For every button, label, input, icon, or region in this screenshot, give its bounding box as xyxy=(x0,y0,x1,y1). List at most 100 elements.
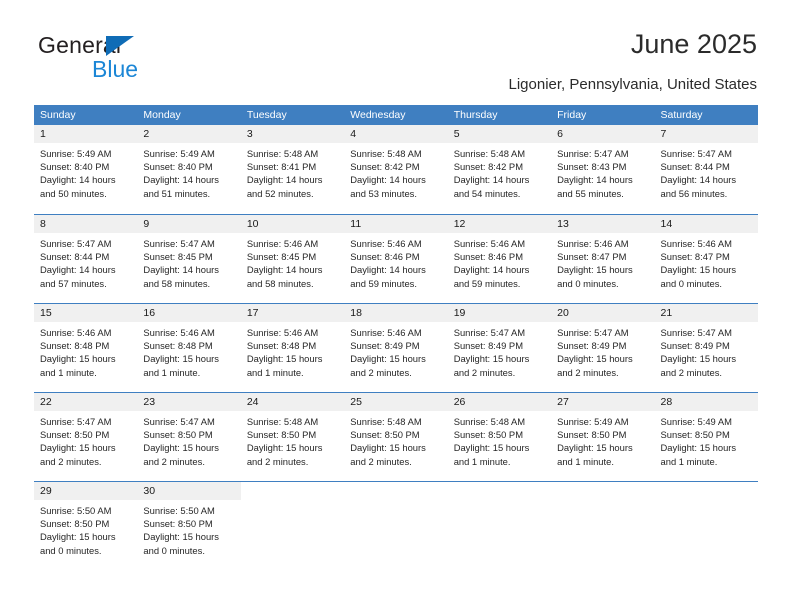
calendar-day-cell-empty xyxy=(654,482,758,570)
day-sun-details: Sunrise: 5:46 AM Sunset: 8:47 PM Daylight:… xyxy=(655,233,758,290)
calendar-day-cell[interactable]: 12 Sunrise: 5:46 AM Sunset: 8:46 PM Dayligh… xyxy=(447,215,552,303)
sunrise-text: Sunrise: 5:48 AM xyxy=(453,148,526,159)
daylight-text-line1: Daylight: 15 hours xyxy=(453,442,530,454)
daylight-text-line2: and 2 minutes. xyxy=(453,366,516,378)
daylight-text-line1: Daylight: 15 hours xyxy=(40,531,116,543)
sunrise-text: Sunrise: 5:46 AM xyxy=(246,327,319,338)
daylight-text-line1: Daylight: 14 hours xyxy=(660,174,737,186)
calendar-day-cell[interactable]: 11 Sunrise: 5:46 AM Sunset: 8:46 PM Dayligh… xyxy=(344,215,448,303)
daylight-text-line1: Daylight: 15 hours xyxy=(40,353,116,365)
sunrise-text: Sunrise: 5:46 AM xyxy=(40,327,112,338)
sunrise-text: Sunrise: 5:48 AM xyxy=(453,416,526,427)
calendar-day-cell[interactable]: 20 Sunrise: 5:47 AM Sunset: 8:49 PM Dayligh… xyxy=(551,304,655,392)
sunrise-text: Sunrise: 5:46 AM xyxy=(143,327,215,338)
daylight-text-line2: and 1 minute. xyxy=(143,366,201,378)
calendar-day-cell[interactable]: 15 Sunrise: 5:46 AM Sunset: 8:48 PM Dayligh… xyxy=(34,304,138,392)
page-header: General Blue June 2025 Ligonier, Pennsyl… xyxy=(0,0,792,100)
day-sun-details: Sunrise: 5:49 AM Sunset: 8:50 PM Daylight:… xyxy=(655,411,758,468)
calendar-weeks-body: 1 Sunrise: 5:49 AM Sunset: 8:40 PM Daylight… xyxy=(34,125,758,570)
daylight-text-line1: Daylight: 15 hours xyxy=(40,442,116,454)
day-number-band: 14 xyxy=(654,215,758,233)
calendar-day-cell[interactable]: 24 Sunrise: 5:48 AM Sunset: 8:50 PM Dayligh… xyxy=(240,393,345,481)
sunrise-text: Sunrise: 5:48 AM xyxy=(246,416,319,427)
daylight-text-line2: and 1 minute. xyxy=(557,455,614,467)
daylight-text-line1: Daylight: 15 hours xyxy=(557,353,633,365)
calendar-day-cell[interactable]: 26 Sunrise: 5:48 AM Sunset: 8:50 PM Dayligh… xyxy=(447,393,552,481)
calendar-day-cell[interactable]: 10 Sunrise: 5:46 AM Sunset: 8:45 PM Dayligh… xyxy=(240,215,345,303)
weekday-header-saturday: Saturday xyxy=(660,109,703,121)
day-number-band: 24 xyxy=(240,393,345,411)
sunset-text: Sunset: 8:48 PM xyxy=(246,340,317,352)
daylight-text-line1: Daylight: 15 hours xyxy=(453,353,530,365)
calendar-day-cell[interactable]: 21 Sunrise: 5:47 AM Sunset: 8:49 PM Dayligh… xyxy=(654,304,758,392)
weekday-header-wednesday: Wednesday xyxy=(350,109,406,121)
sunset-text: Sunset: 8:48 PM xyxy=(143,340,213,352)
daylight-text-line2: and 50 minutes. xyxy=(40,187,107,199)
calendar-day-cell[interactable]: 6 Sunrise: 5:47 AM Sunset: 8:43 PM Daylight… xyxy=(551,125,655,214)
day-sun-details: Sunrise: 5:46 AM Sunset: 8:48 PM Daylight:… xyxy=(137,322,240,379)
sunrise-text: Sunrise: 5:46 AM xyxy=(246,238,319,249)
day-number: 22 xyxy=(40,396,52,408)
calendar-day-cell[interactable]: 16 Sunrise: 5:46 AM Sunset: 8:48 PM Dayligh… xyxy=(137,304,241,392)
day-sun-details: Sunrise: 5:47 AM Sunset: 8:49 PM Daylight:… xyxy=(448,322,551,379)
day-number-band: 21 xyxy=(654,304,758,322)
calendar-day-cell[interactable]: 7 Sunrise: 5:47 AM Sunset: 8:44 PM Daylight… xyxy=(654,125,758,214)
calendar-day-cell[interactable]: 14 Sunrise: 5:46 AM Sunset: 8:47 PM Dayligh… xyxy=(654,215,758,303)
calendar-day-cell[interactable]: 30 Sunrise: 5:50 AM Sunset: 8:50 PM Dayligh… xyxy=(137,482,241,570)
sunrise-text: Sunrise: 5:46 AM xyxy=(350,327,422,338)
calendar-day-cell[interactable]: 3 Sunrise: 5:48 AM Sunset: 8:41 PM Daylight… xyxy=(240,125,345,214)
sunset-text: Sunset: 8:42 PM xyxy=(350,161,420,173)
sunset-text: Sunset: 8:50 PM xyxy=(350,429,420,441)
daylight-text-line1: Daylight: 14 hours xyxy=(246,264,323,276)
calendar-day-cell[interactable]: 28 Sunrise: 5:49 AM Sunset: 8:50 PM Dayligh… xyxy=(654,393,758,481)
calendar-day-cell[interactable]: 8 Sunrise: 5:47 AM Sunset: 8:44 PM Daylight… xyxy=(34,215,138,303)
calendar-day-cell[interactable]: 5 Sunrise: 5:48 AM Sunset: 8:42 PM Daylight… xyxy=(447,125,552,214)
daylight-text-line1: Daylight: 14 hours xyxy=(453,174,530,186)
sunset-text: Sunset: 8:49 PM xyxy=(557,340,627,352)
daylight-text-line1: Daylight: 14 hours xyxy=(557,174,633,186)
sunset-text: Sunset: 8:49 PM xyxy=(453,340,523,352)
daylight-text-line2: and 0 minutes. xyxy=(557,277,619,289)
calendar-day-cell-empty xyxy=(447,482,552,570)
calendar-day-cell[interactable]: 19 Sunrise: 5:47 AM Sunset: 8:49 PM Dayligh… xyxy=(447,304,552,392)
weekday-header-thursday: Thursday xyxy=(453,109,498,121)
sunrise-text: Sunrise: 5:48 AM xyxy=(350,148,422,159)
generalblue-logo[interactable]: General Blue xyxy=(38,34,228,90)
calendar-day-cell[interactable]: 17 Sunrise: 5:46 AM Sunset: 8:48 PM Dayligh… xyxy=(240,304,345,392)
day-sun-details: Sunrise: 5:47 AM Sunset: 8:49 PM Daylight:… xyxy=(655,322,758,379)
day-number-band: 16 xyxy=(137,304,241,322)
calendar-day-cell[interactable]: 13 Sunrise: 5:46 AM Sunset: 8:47 PM Dayligh… xyxy=(551,215,655,303)
calendar-day-cell[interactable]: 23 Sunrise: 5:47 AM Sunset: 8:50 PM Dayligh… xyxy=(137,393,241,481)
calendar-day-cell[interactable]: 1 Sunrise: 5:49 AM Sunset: 8:40 PM Daylight… xyxy=(34,125,138,214)
daylight-text-line2: and 1 minute. xyxy=(453,455,511,467)
calendar-day-cell[interactable]: 9 Sunrise: 5:47 AM Sunset: 8:45 PM Daylight… xyxy=(137,215,241,303)
calendar-day-cell[interactable]: 18 Sunrise: 5:46 AM Sunset: 8:49 PM Dayligh… xyxy=(344,304,448,392)
day-number: 15 xyxy=(40,307,52,319)
calendar-day-cell[interactable]: 27 Sunrise: 5:49 AM Sunset: 8:50 PM Dayligh… xyxy=(551,393,655,481)
logo-text-blue: Blue xyxy=(92,56,139,82)
day-sun-details: Sunrise: 5:48 AM Sunset: 8:50 PM Daylight:… xyxy=(344,411,447,468)
daylight-text-line2: and 51 minutes. xyxy=(143,187,211,199)
day-number: 26 xyxy=(453,396,466,408)
calendar-day-cell[interactable]: 29 Sunrise: 5:50 AM Sunset: 8:50 PM Dayligh… xyxy=(34,482,138,570)
day-sun-details: Sunrise: 5:47 AM Sunset: 8:50 PM Daylight:… xyxy=(34,411,137,468)
calendar-day-cell[interactable]: 25 Sunrise: 5:48 AM Sunset: 8:50 PM Dayligh… xyxy=(344,393,448,481)
calendar-day-cell[interactable]: 2 Sunrise: 5:49 AM Sunset: 8:40 PM Daylight… xyxy=(137,125,241,214)
calendar-day-cell[interactable]: 4 Sunrise: 5:48 AM Sunset: 8:42 PM Daylight… xyxy=(344,125,448,214)
sunrise-text: Sunrise: 5:47 AM xyxy=(557,327,629,338)
calendar-day-cell[interactable]: 22 Sunrise: 5:47 AM Sunset: 8:50 PM Dayligh… xyxy=(34,393,138,481)
daylight-text-line1: Daylight: 15 hours xyxy=(557,442,633,454)
sunset-text: Sunset: 8:47 PM xyxy=(557,251,627,263)
day-number: 23 xyxy=(143,396,156,408)
day-number-band: 15 xyxy=(34,304,138,322)
daylight-text-line1: Daylight: 15 hours xyxy=(660,264,737,276)
daylight-text-line1: Daylight: 15 hours xyxy=(143,442,219,454)
daylight-text-line1: Daylight: 14 hours xyxy=(350,264,426,276)
day-number-band: 20 xyxy=(551,304,655,322)
page-subtitle-location: Ligonier, Pennsylvania, United States xyxy=(508,76,758,93)
day-number: 11 xyxy=(350,218,362,230)
day-number: 13 xyxy=(557,218,569,230)
day-number: 1 xyxy=(40,128,46,140)
daylight-text-line2: and 1 minute. xyxy=(660,455,718,467)
daylight-text-line2: and 58 minutes. xyxy=(143,277,211,289)
